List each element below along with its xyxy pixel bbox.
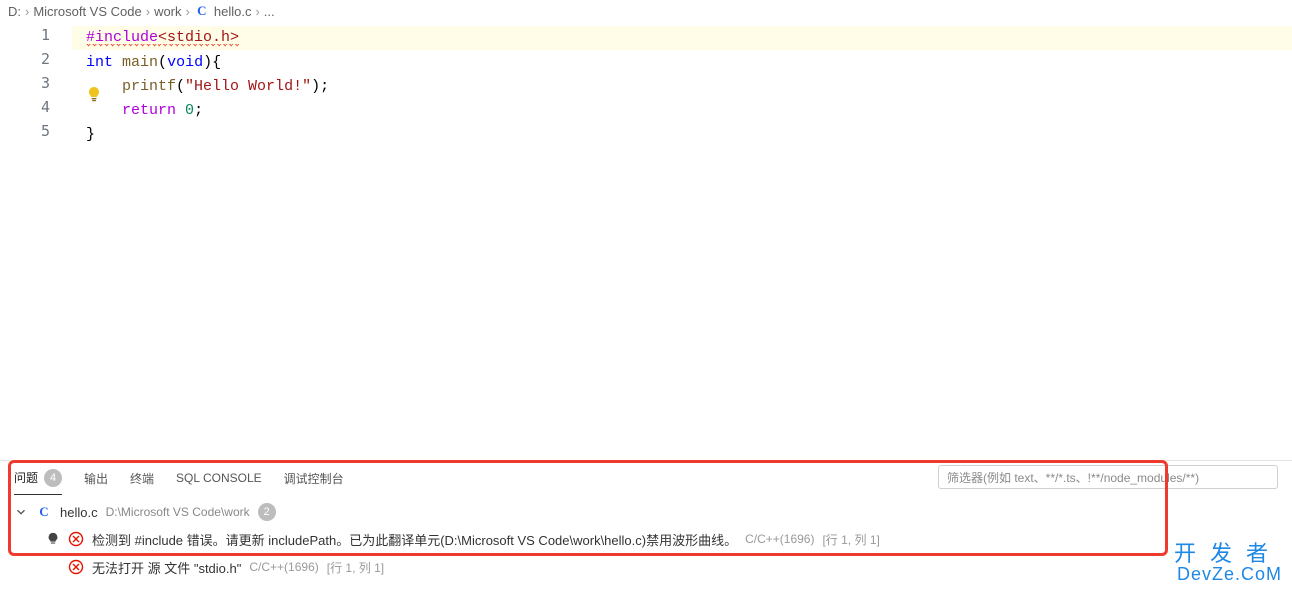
breadcrumb-file-label: hello.c: [214, 4, 252, 19]
token-string: "Hello World!": [185, 78, 311, 95]
code-area[interactable]: #include<stdio.h> int main(void){ printf…: [86, 22, 1292, 146]
bottom-panel: 问题 4 输出 终端 SQL CONSOLE 调试控制台 筛选器(例如 text…: [0, 460, 1292, 589]
c-file-icon: C: [36, 504, 52, 520]
tab-problems[interactable]: 问题 4: [14, 461, 62, 495]
problem-source: C/C++(1696): [745, 532, 814, 546]
panel-tab-bar: 问题 4 输出 终端 SQL CONSOLE 调试控制台 筛选器(例如 text…: [0, 461, 1292, 495]
token-keyword: return: [122, 102, 176, 119]
line-number: 5: [0, 122, 72, 146]
token-include-header: <stdio.h>: [158, 29, 239, 47]
problem-row[interactable]: 检测到 #include 错误。请更新 includePath。已为此翻译单元(…: [14, 525, 1282, 553]
line-number: 2: [0, 50, 72, 74]
chevron-right-icon: ›: [146, 4, 150, 19]
problem-location: [行 1, 列 1]: [327, 559, 384, 576]
space: [176, 102, 185, 119]
problems-filter-input[interactable]: 筛选器(例如 text、**/*.ts、!**/node_modules/**): [938, 465, 1278, 489]
tab-sql-console[interactable]: SQL CONSOLE: [176, 471, 262, 485]
lightbulb-icon[interactable]: [46, 532, 60, 546]
code-line[interactable]: #include<stdio.h>: [86, 26, 1292, 50]
chevron-right-icon: ›: [255, 4, 259, 19]
token-punct: );: [311, 78, 329, 95]
problems-file-row[interactable]: C hello.c D:\Microsoft VS Code\work 2: [14, 499, 1282, 525]
tab-debug-console[interactable]: 调试控制台: [284, 470, 344, 487]
error-icon: [68, 531, 84, 547]
filter-placeholder: 筛选器(例如 text、**/*.ts、!**/node_modules/**): [947, 469, 1199, 486]
tab-label: 问题: [14, 469, 38, 486]
chevron-right-icon: ›: [25, 4, 29, 19]
problems-file-path: D:\Microsoft VS Code\work: [106, 505, 250, 519]
problem-message: 检测到 #include 错误。请更新 includePath。已为此翻译单元(…: [92, 530, 737, 549]
code-line[interactable]: printf("Hello World!");: [86, 74, 1292, 98]
token-function: main: [122, 54, 158, 71]
lightbulb-icon[interactable]: [86, 52, 102, 68]
problem-row[interactable]: 无法打开 源 文件 "stdio.h" C/C++(1696) [行 1, 列 …: [14, 553, 1282, 581]
error-icon: [68, 559, 84, 575]
line-number: 4: [0, 98, 72, 122]
breadcrumb-item[interactable]: work: [154, 4, 181, 19]
token-punct: (: [158, 54, 167, 71]
line-number-gutter: 1 2 3 4 5: [0, 22, 72, 146]
tab-terminal[interactable]: 终端: [130, 470, 154, 487]
chevron-down-icon[interactable]: [14, 505, 28, 519]
token-punct: ){: [203, 54, 221, 71]
token-preprocessor: #include: [86, 29, 158, 47]
line-number: 3: [0, 74, 72, 98]
tab-output[interactable]: 输出: [84, 470, 108, 487]
watermark: 开发者 DevZe.CoM: [1174, 536, 1282, 585]
code-line[interactable]: int main(void){: [86, 50, 1292, 74]
breadcrumb-item[interactable]: C hello.c: [194, 3, 252, 19]
breadcrumb-item[interactable]: Microsoft VS Code: [33, 4, 141, 19]
c-file-icon: C: [194, 3, 210, 19]
file-problems-count-badge: 2: [258, 503, 276, 521]
breadcrumb: D: › Microsoft VS Code › work › C hello.…: [0, 0, 1292, 22]
line-number: 1: [0, 26, 72, 50]
problem-source: C/C++(1696): [249, 560, 318, 574]
token-punct: (: [176, 78, 185, 95]
code-line[interactable]: }: [86, 122, 1292, 146]
code-line[interactable]: return 0;: [86, 98, 1292, 122]
problems-list: C hello.c D:\Microsoft VS Code\work 2 检测…: [0, 495, 1292, 581]
chevron-right-icon: ›: [186, 4, 190, 19]
token-number: 0: [185, 102, 194, 119]
problem-message: 无法打开 源 文件 "stdio.h": [92, 558, 241, 577]
code-editor[interactable]: 1 2 3 4 5 #include<stdio.h> int main(voi…: [0, 22, 1292, 460]
problem-location: [行 1, 列 1]: [822, 531, 879, 548]
breadcrumb-item[interactable]: D:: [8, 4, 21, 19]
token-keyword: void: [167, 54, 203, 71]
breadcrumb-item[interactable]: ...: [264, 4, 275, 19]
watermark-line2: DevZe.CoM: [1174, 564, 1282, 585]
problems-count-badge: 4: [44, 469, 62, 487]
problems-file-name: hello.c: [60, 505, 98, 520]
token-punct: ;: [194, 102, 203, 119]
